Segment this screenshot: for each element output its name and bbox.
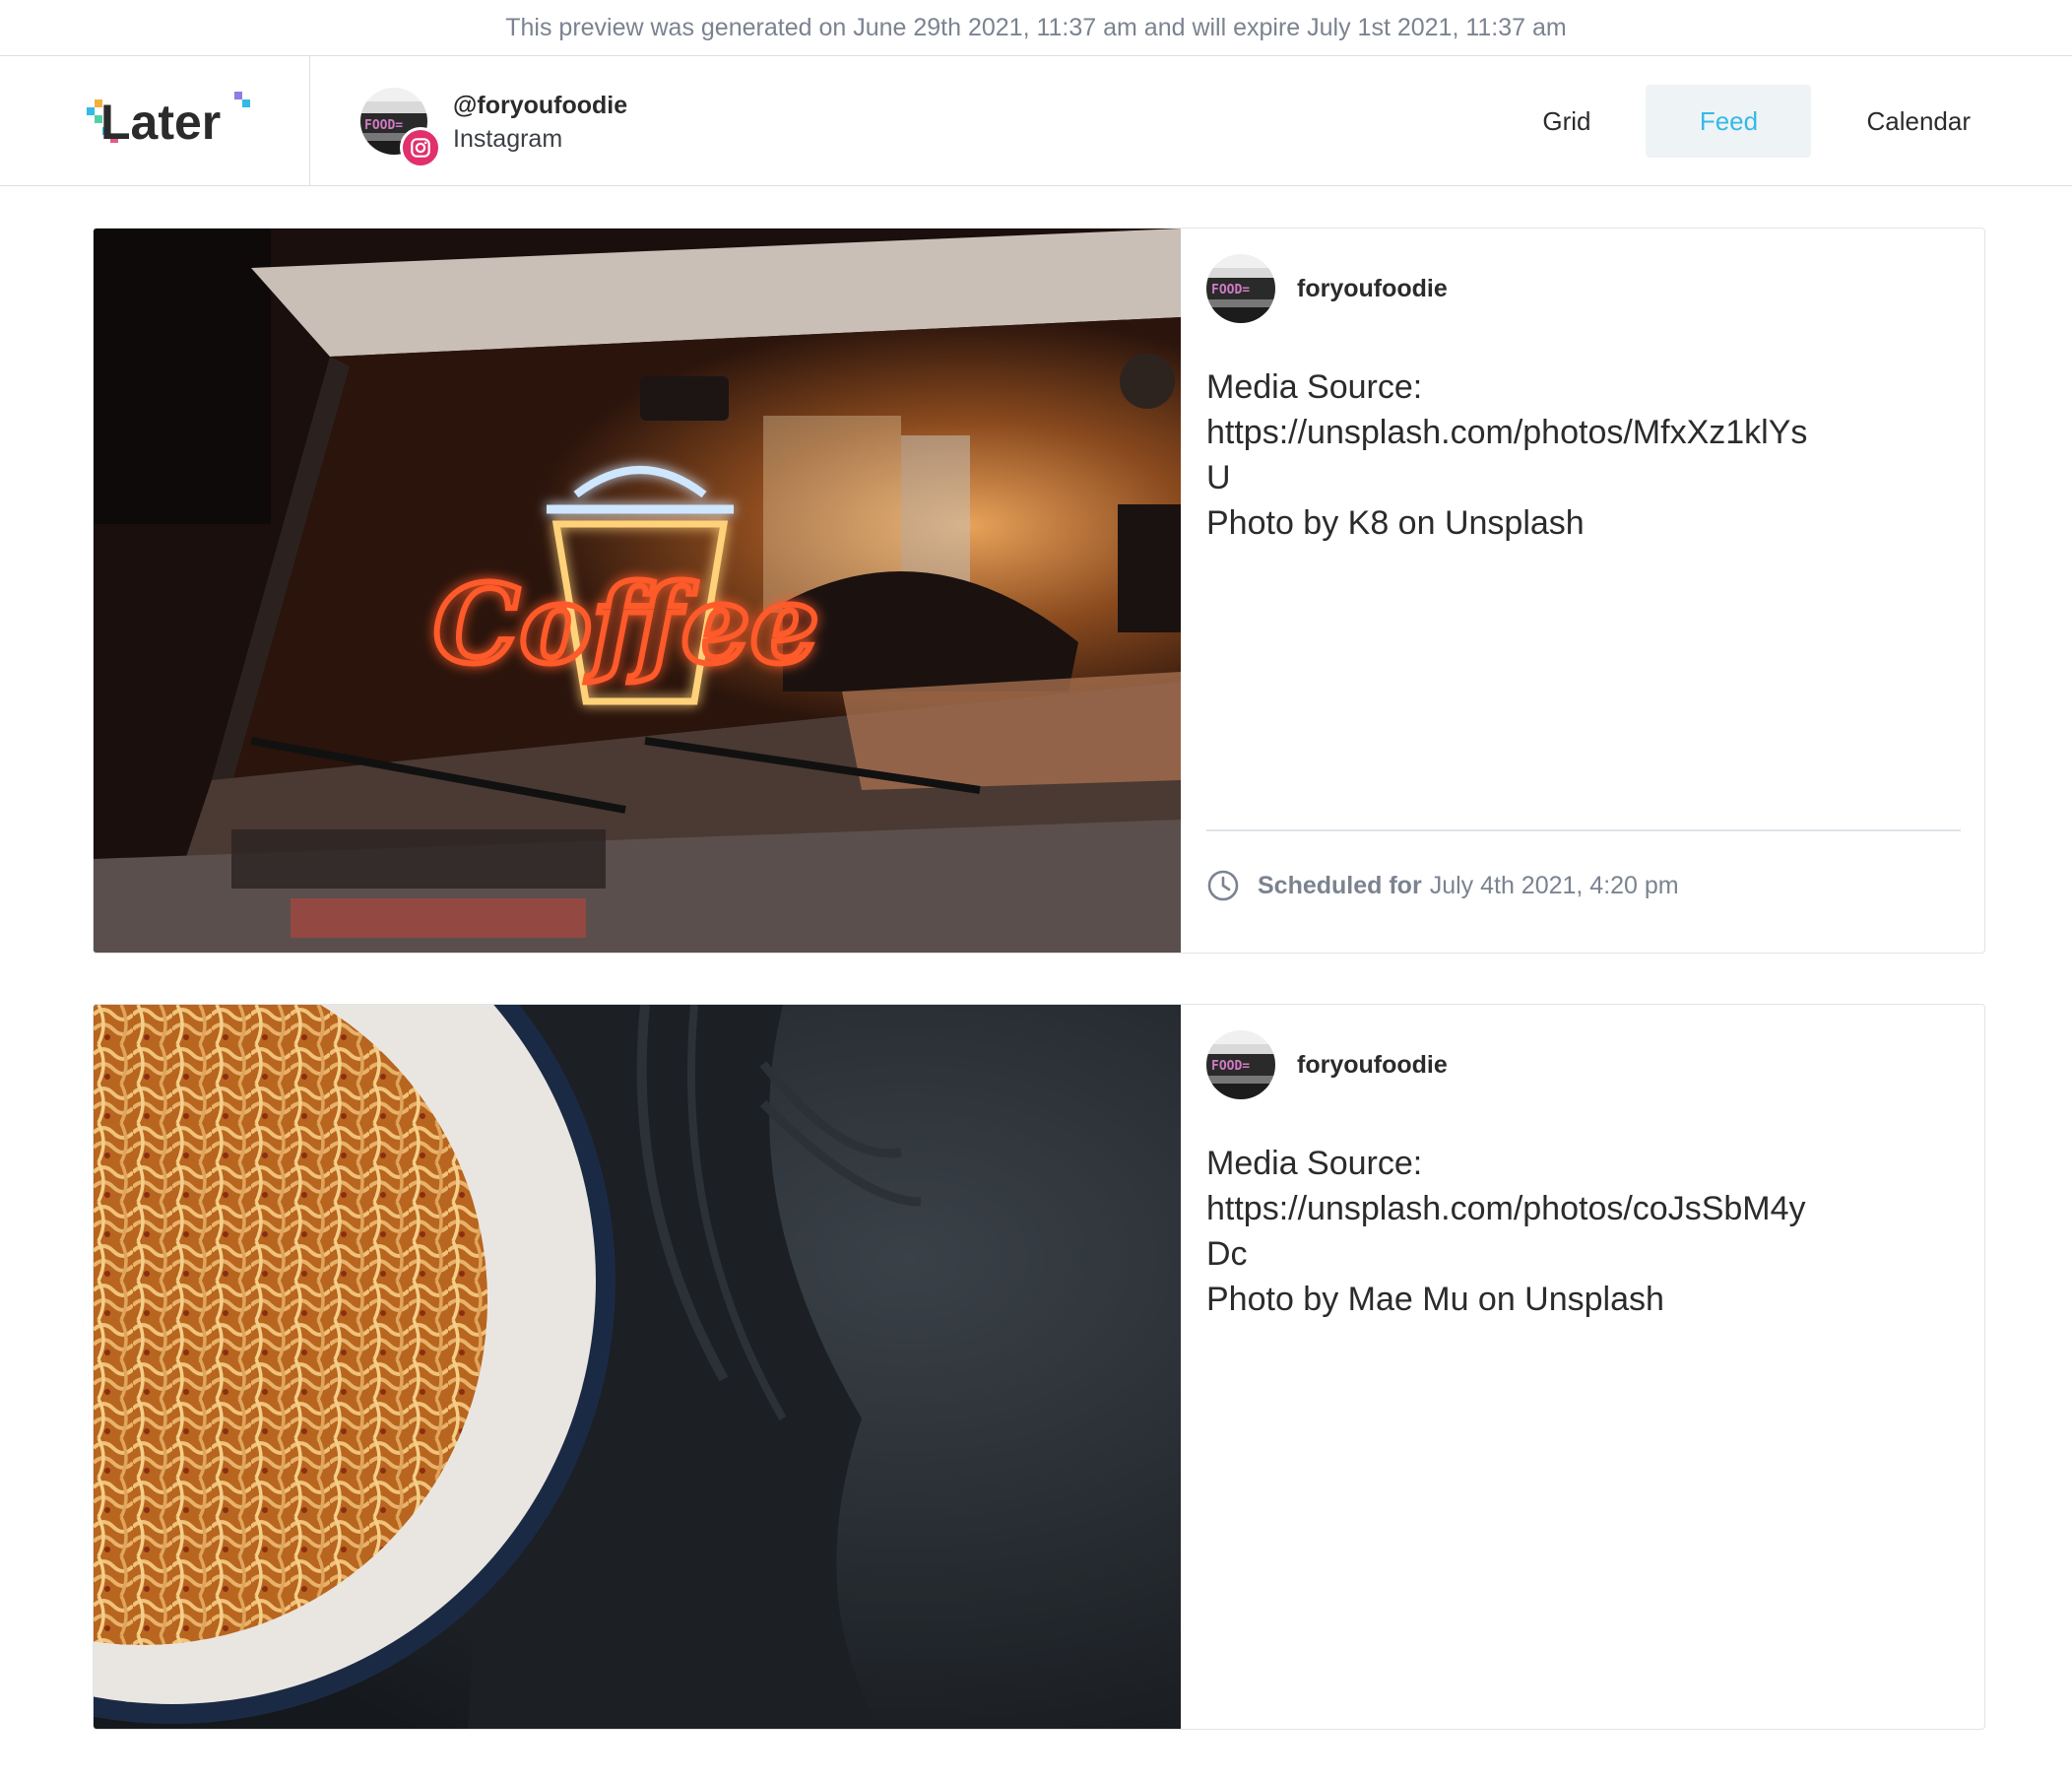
profile: FOOD= @foryoufoodie Instagram — [360, 83, 628, 168]
caption-line: Media Source: — [1206, 368, 1423, 406]
avatar-sign-text: FOOD= — [364, 118, 403, 133]
author-name: foryoufoodie — [1297, 1050, 1448, 1079]
caption-line: https://unsplash.com/photos/coJsSbM4y — [1206, 1190, 1806, 1227]
svg-text:FOOD=: FOOD= — [1211, 1059, 1250, 1074]
post-details: FOOD= foryoufoodie Media Source: https:/… — [1181, 229, 1984, 953]
caption-line: Photo by K8 on Unsplash — [1206, 504, 1585, 542]
view-nav: Grid Feed Calendar — [1493, 85, 2020, 158]
author-avatar: FOOD= — [1206, 254, 1275, 323]
post-image-coffee[interactable]: Coffee — [94, 229, 1181, 953]
nav-grid[interactable]: Grid — [1493, 85, 1640, 158]
preview-banner-text: This preview was generated on June 29th … — [505, 13, 1567, 41]
caption-line: U — [1206, 459, 1231, 496]
caption-line: Media Source: — [1206, 1145, 1423, 1182]
schedule-time: July 4th 2021, 4:20 pm — [1429, 871, 1679, 899]
instagram-icon — [400, 127, 441, 168]
spaghetti-photo — [94, 1005, 1181, 1729]
author-name: foryoufoodie — [1297, 274, 1448, 302]
coffee-sign-text: Coffee — [433, 560, 819, 688]
coffee-neon-photo: Coffee — [94, 229, 1181, 953]
post-author: FOOD= foryoufoodie — [1206, 254, 1961, 323]
svg-text:FOOD=: FOOD= — [1211, 283, 1250, 297]
feed: Coffee FOOD= foryoufoodie Media Source: … — [93, 228, 1985, 1780]
logo-text: Later — [100, 95, 221, 150]
profile-handle: @foryoufoodie — [453, 92, 628, 119]
nav-calendar[interactable]: Calendar — [1817, 85, 2020, 158]
caption-line: https://unsplash.com/photos/MfxXz1klYs — [1206, 414, 1808, 451]
schedule-label: Scheduled for — [1258, 871, 1422, 899]
profile-network: Instagram — [453, 125, 563, 153]
feed-post: FOOD= foryoufoodie Media Source: https:/… — [93, 1004, 1985, 1730]
feed-post: Coffee FOOD= foryoufoodie Media Source: … — [93, 228, 1985, 954]
post-details: FOOD= foryoufoodie Media Source: https:/… — [1181, 1005, 1984, 1729]
nav-feed[interactable]: Feed — [1646, 85, 1812, 158]
clock-icon — [1207, 870, 1239, 901]
logo-area: Later — [0, 56, 310, 186]
author-avatar: FOOD= — [1206, 1030, 1275, 1099]
post-schedule: Scheduled for July 4th 2021, 4:20 pm — [1206, 829, 1961, 902]
later-logo[interactable]: Later — [87, 92, 254, 151]
caption-line: Photo by Mae Mu on Unsplash — [1206, 1281, 1664, 1318]
post-image-spaghetti[interactable] — [94, 1005, 1181, 1729]
profile-avatar: FOOD= — [360, 88, 441, 168]
post-caption: Media Source: https://unsplash.com/photo… — [1206, 1141, 1856, 1322]
post-caption: Media Source: https://unsplash.com/photo… — [1206, 364, 1856, 546]
preview-banner: This preview was generated on June 29th … — [0, 0, 2072, 56]
caption-line: Dc — [1206, 1235, 1248, 1273]
header: Later FOOD= @foryoufoodie Instagram Grid… — [0, 56, 2072, 186]
post-author: FOOD= foryoufoodie — [1206, 1030, 1961, 1099]
